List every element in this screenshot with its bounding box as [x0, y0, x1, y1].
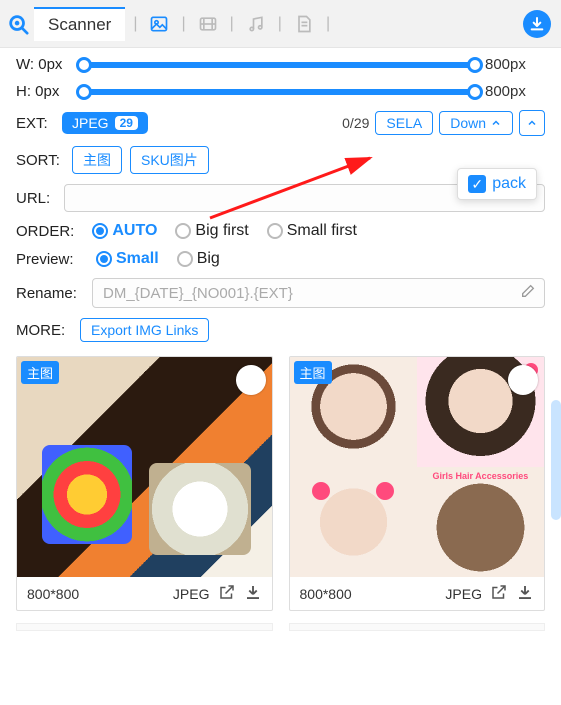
width-slider-row: W: 0px 800px: [16, 56, 545, 73]
result-card-placeholder: [16, 623, 273, 631]
image-ext: JPEG: [445, 586, 482, 602]
order-auto-radio[interactable]: AUTO: [92, 222, 157, 240]
ext-pill-name: JPEG: [72, 115, 109, 131]
url-label: URL:: [16, 190, 56, 207]
preview-row: Preview: Small Big: [16, 250, 545, 268]
preview-big-label: Big: [197, 250, 220, 268]
order-small-first-radio[interactable]: Small first: [267, 222, 357, 240]
pack-label: pack: [492, 175, 526, 193]
main-image-badge: 主图: [294, 361, 332, 384]
radio-icon: [92, 223, 108, 239]
height-max-label: 800px: [485, 83, 545, 100]
rename-row: Rename: DM_{DATE}_{NO001}.{EXT}: [16, 278, 545, 308]
height-slider-row: H: 0px 800px: [16, 83, 545, 100]
card-footer: 800*800 JPEG: [17, 577, 272, 610]
pack-option-popover[interactable]: ✓ pack: [457, 168, 537, 200]
select-all-button[interactable]: SELA: [375, 111, 433, 135]
order-small-label: Small first: [287, 222, 357, 240]
width-max-label: 800px: [485, 56, 545, 73]
toolbar-separator: |: [272, 15, 288, 33]
tab-scanner[interactable]: Scanner: [34, 7, 125, 41]
sort-main-image-button[interactable]: 主图: [72, 146, 122, 174]
image-dimensions: 800*800: [27, 586, 79, 602]
ext-pill-count: 29: [115, 116, 138, 130]
preview-big-radio[interactable]: Big: [177, 250, 220, 268]
select-circle[interactable]: [236, 365, 266, 395]
result-card-placeholder: [289, 623, 546, 631]
video-icon[interactable]: [192, 14, 224, 34]
document-icon[interactable]: [288, 14, 320, 34]
image-dimensions: 800*800: [300, 586, 352, 602]
chevron-up-icon: [490, 117, 502, 129]
radio-icon: [96, 251, 112, 267]
audio-icon[interactable]: [240, 14, 272, 34]
toolbar-separator: |: [127, 15, 143, 33]
card-footer: 800*800 JPEG: [290, 577, 545, 610]
image-icon[interactable]: [143, 14, 175, 34]
scrollbar-thumb[interactable]: [551, 400, 561, 520]
radio-icon: [177, 251, 193, 267]
open-link-icon[interactable]: [218, 583, 236, 604]
width-min-label: W: 0px: [16, 56, 74, 73]
radio-icon: [267, 223, 283, 239]
toolbar-separator: |: [224, 15, 240, 33]
sort-sku-image-button[interactable]: SKU图片: [130, 146, 209, 174]
result-card[interactable]: 主图 800*800 JPEG: [289, 356, 546, 611]
order-row: ORDER: AUTO Big first Small first: [16, 222, 545, 240]
toolbar-separator: |: [320, 15, 336, 33]
select-circle[interactable]: [508, 365, 538, 395]
order-big-first-radio[interactable]: Big first: [175, 222, 248, 240]
preview-small-radio[interactable]: Small: [96, 250, 159, 268]
down-label: Down: [450, 115, 486, 131]
download-icon[interactable]: [516, 583, 534, 604]
more-row: MORE: Export IMG Links: [16, 318, 545, 342]
preview-label: Preview:: [16, 251, 78, 268]
order-label: ORDER:: [16, 223, 74, 240]
thumbnail-image[interactable]: 主图: [17, 357, 272, 577]
results-grid-next-row: [0, 623, 561, 631]
edit-icon[interactable]: [520, 283, 536, 303]
thumbnail-overlay-text: [417, 467, 544, 577]
rename-label: Rename:: [16, 285, 82, 302]
height-slider[interactable]: [74, 89, 485, 95]
download-icon[interactable]: [244, 583, 262, 604]
pack-checkbox[interactable]: ✓: [468, 175, 486, 193]
preview-small-label: Small: [116, 250, 159, 268]
sort-label: SORT:: [16, 152, 64, 169]
export-img-links-button[interactable]: Export IMG Links: [80, 318, 209, 342]
open-link-icon[interactable]: [490, 583, 508, 604]
top-toolbar: Scanner | | | | |: [0, 0, 561, 48]
toolbar-separator: |: [175, 15, 191, 33]
more-label: MORE:: [16, 322, 70, 339]
rename-placeholder: DM_{DATE}_{NO001}.{EXT}: [103, 285, 293, 302]
result-card[interactable]: 主图 800*800 JPEG: [16, 356, 273, 611]
rename-input[interactable]: DM_{DATE}_{NO001}.{EXT}: [92, 278, 545, 308]
ext-label: EXT:: [16, 115, 56, 132]
main-image-badge: 主图: [21, 361, 59, 384]
ext-row: EXT: JPEG 29 0/29 SELA Down: [16, 110, 545, 136]
order-big-label: Big first: [195, 222, 248, 240]
results-grid: 主图 800*800 JPEG 主图 800*800: [0, 348, 561, 619]
chevron-up-icon: [526, 117, 538, 129]
ext-jpeg-pill[interactable]: JPEG 29: [62, 112, 148, 134]
app-logo-icon: [4, 10, 32, 38]
order-auto-label: AUTO: [112, 222, 157, 240]
collapse-button[interactable]: [519, 110, 545, 136]
thumbnail-image[interactable]: 主图: [290, 357, 545, 577]
image-ext: JPEG: [173, 586, 210, 602]
width-slider[interactable]: [74, 62, 485, 68]
download-all-button[interactable]: [523, 10, 551, 38]
download-dropdown-button[interactable]: Down: [439, 111, 513, 135]
radio-icon: [175, 223, 191, 239]
selection-counter: 0/29: [342, 115, 369, 131]
height-min-label: H: 0px: [16, 83, 74, 100]
